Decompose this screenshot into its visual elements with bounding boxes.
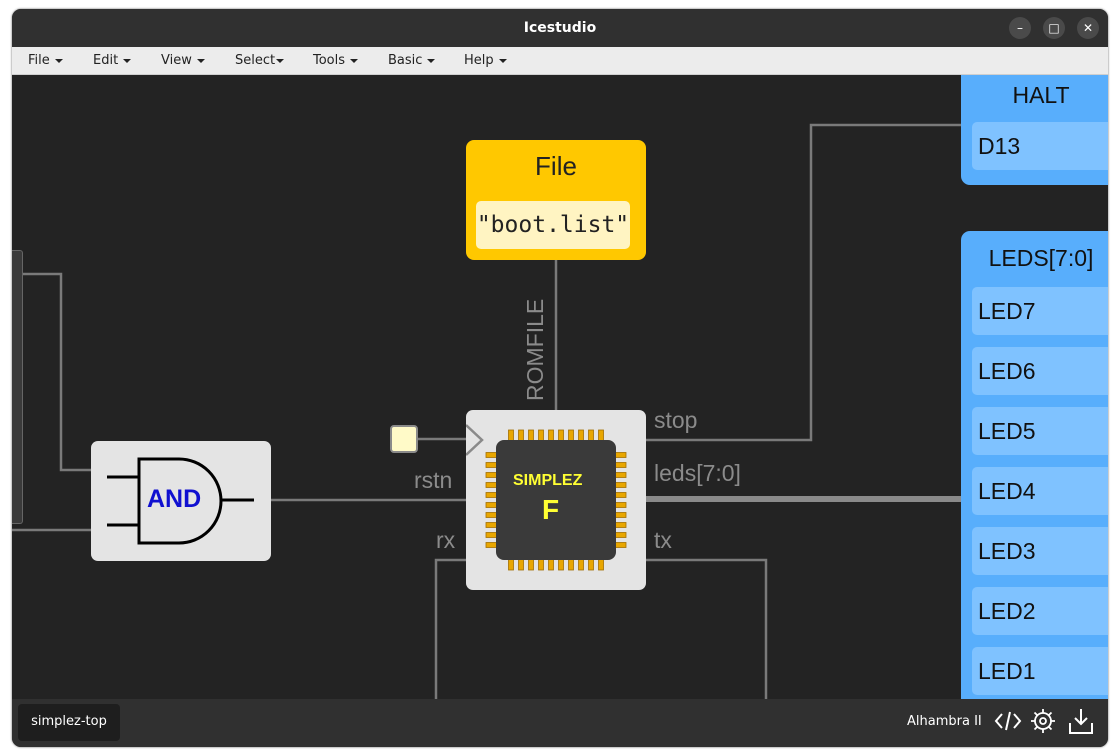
led-item[interactable]: LED7 [972, 287, 1108, 335]
led-item[interactable]: LED6 [972, 347, 1108, 395]
port-tx-label: tx [654, 527, 672, 553]
led-item[interactable]: LED1 [972, 647, 1108, 695]
led-label: LED2 [978, 598, 1036, 624]
menu-bar: File Edit View Select Tools Basic Help [12, 47, 1108, 75]
chevron-down-icon [350, 58, 359, 63]
led-item[interactable]: LED5 [972, 407, 1108, 455]
led-label: LED1 [978, 658, 1036, 684]
halt-pin-label: D13 [978, 133, 1021, 159]
minimize-button[interactable]: – [1009, 17, 1031, 39]
menu-basic-label: Basic [388, 53, 423, 68]
left-partial-block[interactable] [12, 250, 23, 524]
chevron-down-icon [196, 58, 205, 63]
wire-panel-a [22, 272, 91, 472]
file-block-value[interactable]: "boot.list" [476, 201, 630, 249]
menu-file-label: File [28, 53, 50, 68]
led-item[interactable]: LED4 [972, 467, 1108, 515]
menu-select[interactable]: Select [235, 53, 285, 68]
menu-tools[interactable]: Tools [313, 53, 359, 68]
led-item[interactable]: LED3 [972, 527, 1108, 575]
port-leds-label: leds[7:0] [654, 460, 741, 486]
maximize-button[interactable]: □ [1043, 17, 1065, 39]
chevron-down-icon [427, 58, 436, 63]
leds-output-block[interactable]: LEDS[7:0] LED7 LED6 LED5 LED4 LED3 LED2 … [961, 231, 1108, 699]
halt-output-block[interactable]: HALT D13 [961, 75, 1108, 185]
menu-edit[interactable]: Edit [93, 53, 132, 68]
tab-simplez-top[interactable]: simplez-top [18, 704, 120, 741]
wire-stop [646, 123, 961, 442]
download-icon[interactable] [1066, 706, 1096, 736]
menu-help[interactable]: Help [464, 53, 507, 68]
simplez-block[interactable]: SIMPLEZ F [466, 410, 646, 590]
led-label: LED5 [978, 418, 1036, 444]
port-rx-label: rx [436, 527, 456, 553]
led-label: LED3 [978, 538, 1036, 564]
menu-select-label: Select [235, 53, 276, 68]
menu-view[interactable]: View [161, 53, 205, 68]
simplez-chip-variant: F [542, 494, 560, 525]
chevron-down-icon [498, 58, 507, 63]
chevron-down-icon [54, 58, 63, 63]
led-label: LED4 [978, 478, 1036, 504]
and-gate-block[interactable]: AND [91, 441, 271, 561]
file-block[interactable]: File "boot.list" [466, 140, 646, 260]
port-stop-label: stop [654, 407, 698, 433]
window-title: Icestudio [523, 20, 597, 36]
app-window: Icestudio – □ ✕ File Edit View Select To… [12, 9, 1108, 747]
board-selector[interactable]: Alhambra II [907, 714, 982, 729]
halt-title: HALT [1012, 82, 1070, 108]
port-rstn-label: rstn [414, 467, 453, 493]
wire-rx [434, 558, 466, 699]
chevron-down-icon [123, 58, 132, 63]
and-gate-label: AND [147, 485, 202, 513]
close-button[interactable]: ✕ [1077, 17, 1099, 39]
led-label: LED7 [978, 298, 1036, 324]
constant-input[interactable] [390, 425, 418, 453]
status-bar: simplez-top Alhambra II [12, 699, 1108, 747]
title-bar: Icestudio – □ ✕ [12, 9, 1108, 47]
menu-edit-label: Edit [93, 53, 119, 68]
halt-pin-d13[interactable]: D13 [972, 122, 1108, 170]
menu-basic[interactable]: Basic [388, 53, 436, 68]
leds-title: LEDS[7:0] [988, 245, 1094, 271]
settings-icon[interactable] [1028, 706, 1058, 736]
design-canvas[interactable]: File "boot.list" ROMFILE AND rstn rx sto… [12, 75, 1108, 699]
menu-tools-label: Tools [313, 53, 346, 68]
code-icon[interactable] [993, 706, 1023, 736]
menu-help-label: Help [464, 53, 494, 68]
chevron-down-icon [276, 58, 285, 63]
wire-tx [646, 558, 768, 699]
led-item[interactable]: LED2 [972, 587, 1108, 635]
menu-file[interactable]: File [28, 53, 63, 68]
file-block-title: File [535, 151, 577, 181]
led-label: LED6 [978, 358, 1036, 384]
menu-view-label: View [161, 53, 192, 68]
port-romfile-label: ROMFILE [522, 298, 548, 401]
simplez-chip-name: SIMPLEZ [513, 472, 583, 489]
